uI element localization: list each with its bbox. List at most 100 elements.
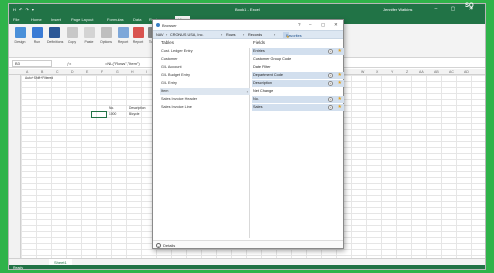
column-header[interactable]: G: [116, 70, 119, 74]
options-button[interactable]: Options: [99, 27, 113, 44]
run-icon: [31, 27, 43, 38]
help-button[interactable]: ?: [298, 22, 301, 27]
field-label: Customer Group Code: [253, 57, 292, 61]
cell-item-description[interactable]: Bicycle: [129, 112, 139, 116]
fx-icon[interactable]: ƒx: [67, 61, 71, 66]
field-row[interactable]: Customer Group Code: [252, 56, 344, 63]
column-header[interactable]: Z: [406, 70, 408, 74]
tab-formulas[interactable]: Formulas: [107, 17, 124, 22]
list-item[interactable]: G/L Budget Entry: [160, 72, 250, 79]
list-item[interactable]: Customer: [160, 56, 250, 63]
details-label[interactable]: Details: [163, 243, 175, 248]
field-label: Net Change: [253, 89, 274, 93]
add-field-icon[interactable]: +: [328, 97, 333, 102]
breadcrumb-rows[interactable]: Rows: [226, 33, 236, 37]
field-row[interactable]: No. + ★: [252, 96, 344, 103]
tab-home[interactable]: Home: [31, 17, 42, 22]
column-header[interactable]: I: [146, 70, 147, 74]
close-button[interactable]: ✕: [334, 22, 338, 28]
tab-page-layout[interactable]: Page Layout: [71, 17, 93, 22]
list-item-selected[interactable]: Item ›: [160, 88, 250, 95]
report-button[interactable]: Report: [116, 27, 130, 44]
design-icon: [14, 27, 26, 38]
field-label: No.: [253, 97, 259, 101]
breadcrumb-company[interactable]: CRONUS USA, Inc.: [170, 33, 204, 37]
list-item[interactable]: Cust. Ledger Entry: [160, 48, 250, 55]
list-item[interactable]: Sales Invoice Line: [160, 104, 250, 111]
details-toggle-icon[interactable]: ⌄: [156, 242, 161, 248]
favorites-button[interactable]: ★ Favorites: [283, 32, 302, 39]
add-field-icon[interactable]: +: [328, 81, 333, 86]
paste-icon: [83, 27, 95, 38]
column-header[interactable]: AB: [434, 70, 439, 74]
breadcrumb-records[interactable]: Records: [248, 33, 262, 37]
user-name[interactable]: Jennifer Watkins: [383, 7, 412, 12]
list-item[interactable]: G/L Entry: [160, 80, 250, 87]
field-row[interactable]: Department Code + ★: [252, 72, 344, 79]
browser-dialog: Browser ? – ▢ ✕ NAV › CRONUS USA, Inc. ›…: [152, 19, 344, 249]
fields-header: Fields: [253, 40, 266, 45]
paste-button[interactable]: Paste: [82, 27, 96, 44]
favorite-star-icon[interactable]: ★: [338, 72, 342, 79]
favorite-star-icon[interactable]: ★: [338, 80, 342, 87]
quick-access-toolbar[interactable]: H ↶ ↷ ▾: [13, 7, 35, 12]
column-header[interactable]: D: [71, 70, 74, 74]
maximize-button[interactable]: ▢: [321, 22, 325, 28]
report-icon: [117, 27, 129, 38]
selected-cell[interactable]: [91, 111, 107, 118]
field-row[interactable]: Net Change: [252, 88, 344, 95]
add-field-icon[interactable]: +: [328, 49, 333, 54]
copy-button[interactable]: Copy: [65, 27, 79, 44]
row-headers[interactable]: [9, 75, 21, 258]
excel-title-bar: H ↶ ↷ ▾ Book1 - Excel Jennifer Watkins –…: [9, 4, 485, 15]
column-header[interactable]: F: [101, 70, 103, 74]
minimize-button[interactable]: –: [309, 22, 312, 27]
run-button[interactable]: Run: [30, 27, 44, 44]
list-item[interactable]: Sales Invoice Header: [160, 96, 250, 103]
tab-data[interactable]: Data: [133, 17, 141, 22]
report-2-button[interactable]: Report: [131, 27, 145, 44]
design-button[interactable]: Design: [13, 27, 27, 44]
name-box[interactable]: B3: [12, 60, 52, 67]
status-text: Ready: [13, 266, 24, 270]
column-header[interactable]: Y: [391, 70, 393, 74]
favorite-star-icon[interactable]: ★: [338, 48, 342, 55]
tables-header: Tables: [161, 40, 175, 45]
add-field-icon[interactable]: +: [328, 73, 333, 78]
field-row[interactable]: Date Filter: [252, 64, 344, 71]
tab-insert[interactable]: Insert: [51, 17, 61, 22]
column-header[interactable]: W: [361, 70, 364, 74]
cell-a1[interactable]: Auto+Shift+Filtered: [25, 76, 53, 80]
breadcrumb-nav[interactable]: NAV: [156, 33, 164, 37]
chevron-right-icon: ›: [246, 89, 248, 94]
column-header[interactable]: C: [56, 70, 59, 74]
formula-input[interactable]: =NL("Rows","Item"): [105, 61, 140, 66]
tables-list: Cust. Ledger Entry Customer G/L Account …: [160, 48, 250, 238]
column-header[interactable]: E: [86, 70, 88, 74]
cell-description-header[interactable]: Description: [129, 106, 146, 110]
field-row[interactable]: Entries + ★: [252, 48, 344, 55]
favorite-star-icon[interactable]: ★: [338, 96, 342, 103]
column-header[interactable]: AA: [419, 70, 424, 74]
add-field-icon[interactable]: +: [328, 105, 333, 110]
tab-file[interactable]: File: [13, 17, 19, 22]
column-header[interactable]: AC: [449, 70, 454, 74]
column-header[interactable]: A: [26, 70, 28, 74]
column-header[interactable]: B: [41, 70, 43, 74]
download-icon: [48, 27, 60, 38]
cell-no-header[interactable]: No.: [109, 106, 114, 110]
cell-item-no[interactable]: 1000: [109, 112, 116, 116]
column-header[interactable]: AD: [464, 70, 469, 74]
field-row[interactable]: Sales + ★: [252, 104, 344, 111]
dialog-title: Browser: [162, 23, 177, 28]
column-header[interactable]: H: [131, 70, 134, 74]
definitions-button[interactable]: Definitions: [47, 27, 63, 44]
paste-label: Paste: [84, 40, 94, 44]
field-label: Entries: [253, 49, 265, 53]
copy-icon: [66, 27, 78, 38]
field-row[interactable]: Description + ★: [252, 80, 344, 87]
column-header[interactable]: X: [376, 70, 378, 74]
list-item[interactable]: G/L Account: [160, 64, 250, 71]
field-label: Description: [253, 81, 272, 85]
favorite-star-icon[interactable]: ★: [338, 104, 342, 111]
